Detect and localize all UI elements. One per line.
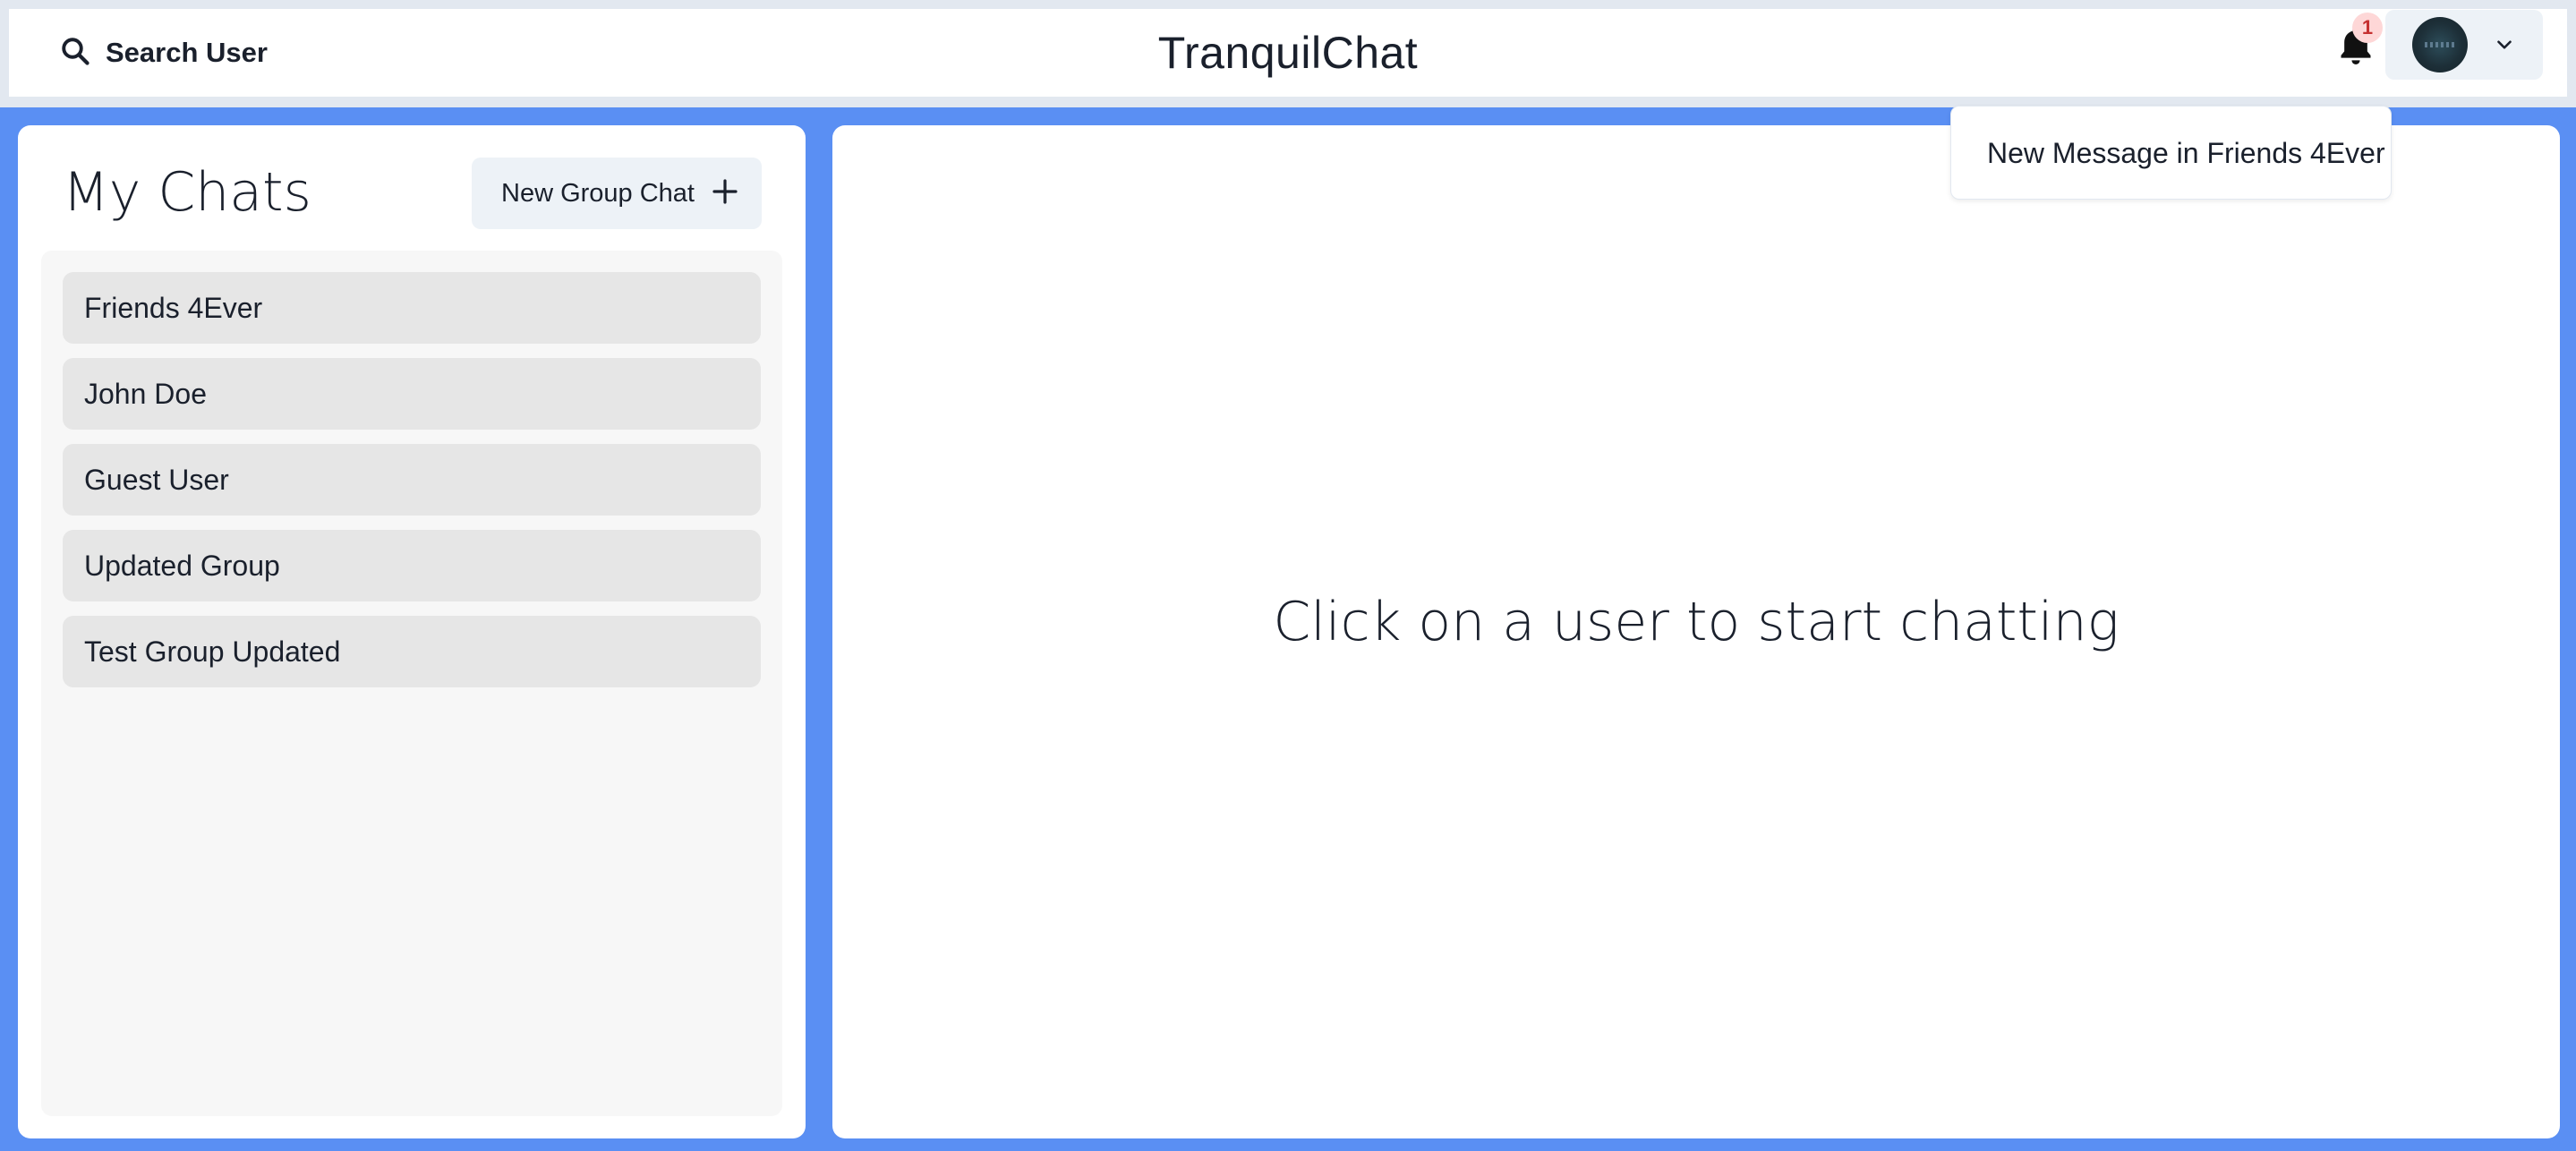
empty-chat-message: Click on a user to start chatting — [1273, 591, 2120, 653]
my-chats-panel: My Chats New Group Chat Friends 4Ever Jo… — [18, 125, 806, 1138]
chat-list-item[interactable]: Updated Group — [63, 530, 761, 601]
search-user-button[interactable]: Search User — [43, 25, 284, 81]
notification-item[interactable]: New Message in Friends 4Ever — [1951, 107, 2391, 200]
new-group-chat-button[interactable]: New Group Chat — [472, 158, 762, 229]
search-user-label: Search User — [106, 37, 268, 68]
top-bar: Search User TranquilChat — [9, 9, 2567, 97]
chat-list: Friends 4Ever John Doe Guest User Update… — [41, 251, 782, 1116]
profile-menu-button[interactable] — [2385, 10, 2543, 80]
chat-list-item[interactable]: Friends 4Ever — [63, 272, 761, 344]
chat-list-item[interactable]: Guest User — [63, 444, 761, 516]
notification-count-badge: 1 — [2352, 13, 2383, 43]
notifications-menu: New Message in Friends 4Ever — [1950, 106, 2392, 200]
new-group-chat-label: New Group Chat — [501, 178, 695, 208]
chat-list-item[interactable]: John Doe — [63, 358, 761, 430]
my-chats-title: My Chats — [63, 161, 311, 224]
chat-area: Click on a user to start chatting — [832, 125, 2560, 1138]
plus-icon — [711, 177, 739, 210]
avatar — [2412, 17, 2468, 72]
chevron-down-icon — [2493, 33, 2516, 56]
search-icon — [59, 35, 91, 72]
chat-list-item[interactable]: Test Group Updated — [63, 616, 761, 687]
app-title: TranquilChat — [1157, 28, 1419, 78]
